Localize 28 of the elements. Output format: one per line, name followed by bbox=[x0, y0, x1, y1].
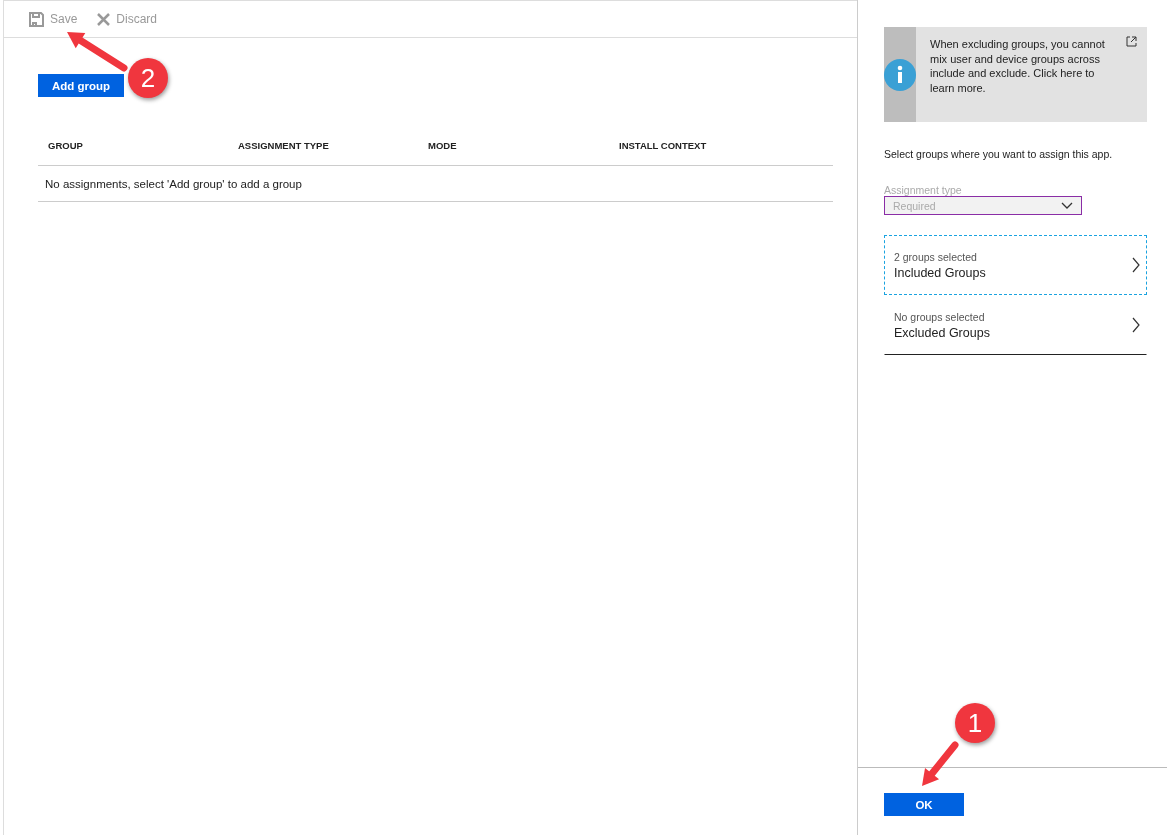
annotation-arrow bbox=[67, 32, 128, 72]
column-header: ASSIGNMENT TYPE bbox=[238, 139, 330, 151]
empty-message: No assignments, select 'Add group' to add a group bbox=[45, 177, 302, 190]
chevron-down-icon bbox=[1061, 202, 1073, 209]
instruction-text: Select groups where you want to assign this app. bbox=[884, 148, 1114, 160]
annotation-arrow bbox=[922, 741, 959, 786]
chevron-right-icon bbox=[1132, 257, 1140, 273]
column-header: MODE bbox=[428, 139, 458, 151]
external-link-icon[interactable] bbox=[1126, 36, 1137, 47]
info-text: When excluding groups, you cannot mix user and device groups across include and exclude. Click here to learn more. bbox=[929, 37, 1106, 97]
group-selector-row[interactable]: 2 groups selected Included Groups bbox=[884, 235, 1147, 295]
info-banner[interactable]: When excluding groups, you cannot mix user and device groups across include and exclude. Click here to learn more. bbox=[884, 27, 1147, 122]
column-header: INSTALL CONTEXT bbox=[619, 139, 708, 151]
column-header: GROUP bbox=[48, 139, 84, 151]
close-icon bbox=[97, 12, 111, 26]
selection-count: 2 groups selected bbox=[894, 250, 978, 263]
ok-button[interactable]: OK bbox=[884, 793, 964, 816]
chevron-right-icon bbox=[1132, 317, 1140, 333]
selection-count: No groups selected bbox=[894, 310, 986, 323]
info-icon bbox=[884, 58, 916, 91]
add-group-button[interactable]: Add group bbox=[38, 74, 125, 97]
callout-number-badge: 1 bbox=[955, 703, 995, 743]
group-title: Included Groups bbox=[894, 265, 986, 280]
callout-number-badge: 2 bbox=[128, 58, 168, 98]
group-title: Excluded Groups bbox=[894, 325, 990, 340]
field-label: Assignment type bbox=[884, 184, 963, 196]
save-icon bbox=[29, 11, 44, 27]
group-selector-row[interactable]: No groups selected Excluded Groups bbox=[884, 295, 1147, 355]
